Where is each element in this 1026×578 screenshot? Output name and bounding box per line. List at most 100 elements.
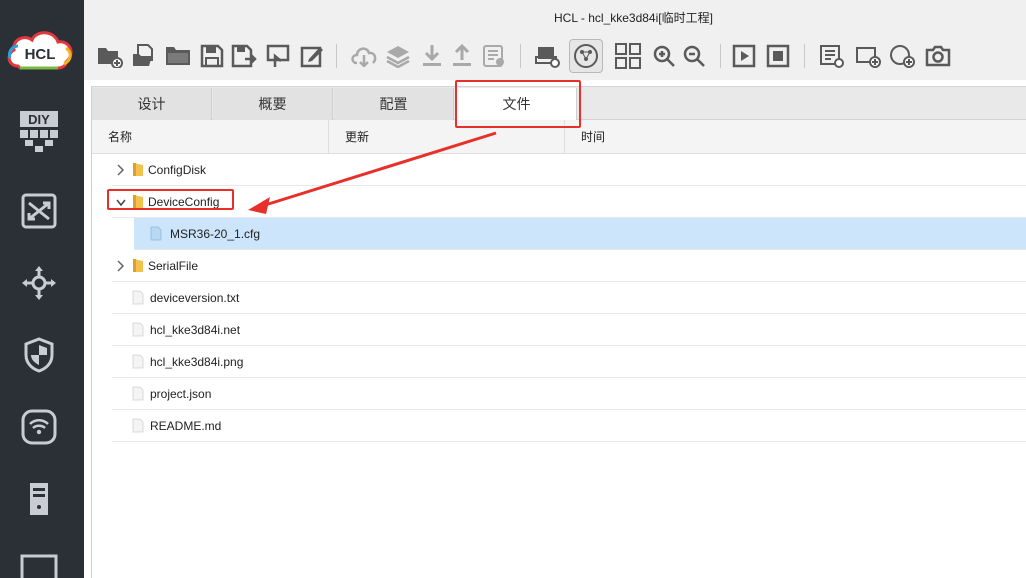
add-rect-icon: [856, 47, 881, 68]
column-updated[interactable]: 更新: [329, 120, 565, 154]
list-item-label: hcl_kke3d84i.png: [150, 355, 244, 369]
add-rect-button[interactable]: [854, 42, 882, 70]
save-button[interactable]: [198, 42, 226, 70]
list-item-label: README.md: [150, 419, 222, 433]
toolbar-separator: [720, 44, 721, 68]
upload-button[interactable]: [448, 42, 476, 70]
log-icon: [483, 45, 504, 67]
file-icon: [132, 322, 144, 337]
table-row-selected[interactable]: MSR36-20_1.cfg: [134, 218, 1026, 250]
open-folder-button[interactable]: [164, 42, 192, 70]
column-header: 名称 更新 时间: [92, 120, 1026, 154]
grid-icon: [615, 43, 641, 69]
sidebar-item-router[interactable]: [18, 262, 60, 304]
open-file-button[interactable]: [130, 42, 158, 70]
new-project-icon: [98, 48, 123, 68]
cloud-download-button[interactable]: [350, 42, 378, 70]
file-panel: 设计 概要 配置 文件 名称 更新 时间 ConfigDisk DeviceCo…: [91, 86, 1026, 578]
folder-icon: [133, 195, 143, 208]
list-item[interactable]: hcl_kke3d84i.net: [112, 314, 1026, 346]
add-circle-button[interactable]: [888, 42, 916, 70]
layers-button[interactable]: [384, 42, 412, 70]
open-folder-icon: [166, 47, 190, 65]
chevron-down-icon[interactable]: [116, 195, 126, 209]
left-sidebar: HCL DIY: [0, 0, 84, 578]
list-item[interactable]: DeviceConfig: [112, 186, 1026, 218]
logo-text: HCL: [25, 46, 56, 63]
switch-icon: [21, 193, 57, 229]
title-bar: HCL - hcl_kke3d84i[临时工程]: [84, 0, 1026, 34]
stop-icon: [766, 44, 790, 68]
save-icon: [200, 44, 224, 68]
export-button[interactable]: [264, 42, 292, 70]
column-name[interactable]: 名称: [92, 120, 329, 154]
camera-icon: [925, 45, 951, 67]
sidebar-item-server[interactable]: [18, 478, 60, 520]
folder-icon: [133, 163, 143, 176]
add-circle-icon: [890, 45, 915, 68]
column-time[interactable]: 时间: [565, 120, 1026, 154]
list-item-label: project.json: [150, 387, 212, 401]
zoom-out-icon: [683, 45, 705, 67]
folder-icon: [133, 259, 143, 272]
list-item[interactable]: README.md: [112, 410, 1026, 442]
file-icon: [132, 386, 144, 401]
camera-button[interactable]: [924, 42, 952, 70]
hcl-logo: HCL: [7, 31, 73, 70]
capture-button[interactable]: [534, 42, 562, 70]
start-button[interactable]: [730, 42, 758, 70]
list-item-label: ConfigDisk: [148, 163, 207, 177]
upload-icon: [453, 44, 471, 66]
list-item[interactable]: deviceversion.txt: [112, 282, 1026, 314]
grid-button[interactable]: [614, 42, 642, 70]
file-icon: [150, 226, 162, 241]
zoom-out-button[interactable]: [680, 42, 708, 70]
sidebar-item-terminal[interactable]: [18, 548, 60, 578]
save-as-button[interactable]: [230, 42, 258, 70]
save-as-icon: [231, 44, 257, 68]
router-icon: [22, 266, 56, 300]
shield-icon: [24, 337, 54, 373]
list-item[interactable]: SerialFile: [112, 250, 1026, 282]
list-item-label: SerialFile: [148, 259, 199, 273]
tab-files[interactable]: 文件: [457, 88, 577, 121]
svg-text:DIY: DIY: [28, 112, 50, 127]
new-project-button[interactable]: [96, 42, 124, 70]
play-icon: [732, 44, 756, 68]
sidebar-item-diy[interactable]: DIY: [18, 111, 60, 153]
list-item[interactable]: ConfigDisk: [112, 154, 1026, 186]
export-icon: [266, 44, 290, 67]
zoom-in-icon: [653, 45, 675, 67]
list-item-label: DeviceConfig: [148, 195, 220, 209]
tab-design[interactable]: 设计: [92, 88, 212, 120]
chevron-right-icon[interactable]: [116, 163, 126, 177]
toolbar-separator: [336, 44, 337, 68]
add-list-button[interactable]: [818, 42, 846, 70]
stop-button[interactable]: [764, 42, 792, 70]
tab-config[interactable]: 配置: [334, 88, 454, 120]
edit-icon: [300, 46, 323, 68]
download-button[interactable]: [418, 42, 446, 70]
add-list-icon: [820, 45, 844, 68]
list-item-label: MSR36-20_1.cfg: [170, 227, 261, 241]
download-icon: [423, 45, 441, 66]
edit-button[interactable]: [298, 42, 326, 70]
list-item-label: hcl_kke3d84i.net: [150, 323, 241, 337]
list-item[interactable]: project.json: [112, 378, 1026, 410]
sidebar-item-security[interactable]: [18, 334, 60, 376]
log-button[interactable]: [480, 42, 508, 70]
layers-icon: [386, 46, 410, 68]
sidebar-item-wireless[interactable]: [18, 406, 60, 448]
open-file-icon: [133, 44, 153, 66]
toolbar-separator: [520, 44, 521, 68]
list-item[interactable]: hcl_kke3d84i.png: [112, 346, 1026, 378]
tab-summary[interactable]: 概要: [213, 88, 333, 120]
monitor-icon: [20, 554, 58, 578]
sidebar-item-switch[interactable]: [18, 190, 60, 232]
topology-button[interactable]: [569, 39, 603, 73]
wifi-icon: [21, 409, 57, 445]
file-icon: [132, 290, 144, 305]
zoom-in-button[interactable]: [650, 42, 678, 70]
server-icon: [30, 483, 48, 515]
chevron-right-icon[interactable]: [116, 259, 126, 273]
